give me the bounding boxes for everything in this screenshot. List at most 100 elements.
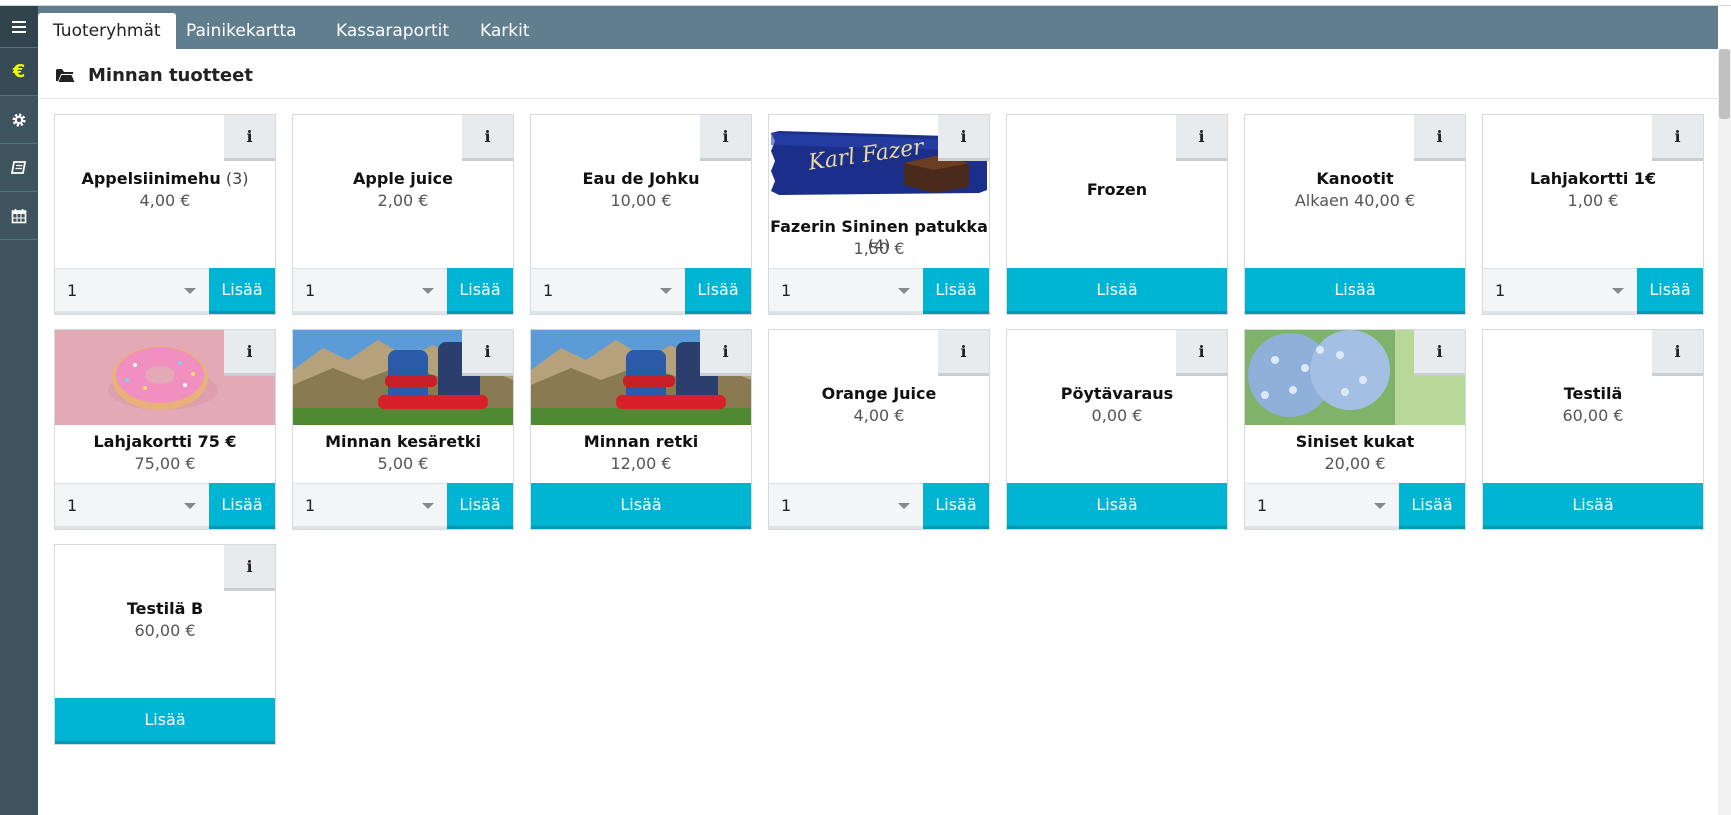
product-price: 5,00 € <box>377 454 429 473</box>
scrollbar-thumb[interactable] <box>1719 49 1730 119</box>
add-button[interactable]: Lisää <box>209 268 275 314</box>
product-name-text: Eau de Johku <box>582 169 700 188</box>
folder-open-icon <box>56 69 75 82</box>
add-button[interactable]: Lisää <box>1483 483 1703 529</box>
gear-icon <box>12 113 26 126</box>
info-button[interactable]: i <box>700 330 751 376</box>
quantity-select[interactable]: 1 <box>769 483 924 529</box>
info-button[interactable]: i <box>938 115 989 161</box>
add-button[interactable]: Lisää <box>685 268 751 314</box>
product-card: i Testilä 60,00 € Lisää <box>1482 329 1704 530</box>
info-button[interactable]: i <box>1176 330 1227 376</box>
product-price: 75,00 € <box>134 454 196 473</box>
caret-down-icon <box>422 288 434 294</box>
quantity-value: 1 <box>543 280 554 300</box>
product-name-text: Minnan retki <box>583 432 699 451</box>
product-name-text: Minnan kesäretki <box>325 432 481 451</box>
menu-toggle-button[interactable] <box>0 6 38 48</box>
info-button[interactable]: i <box>700 115 751 161</box>
add-button[interactable]: Lisää <box>209 483 275 529</box>
info-button[interactable]: i <box>1652 115 1703 161</box>
product-name-text: Pöytävaraus <box>1060 384 1174 403</box>
add-button[interactable]: Lisää <box>923 268 989 314</box>
product-card: Karl Fazer i Fazerin Sininen patukka (4) 1… <box>768 114 990 315</box>
quantity-select[interactable]: 1 <box>1245 483 1400 529</box>
quantity-select[interactable]: 1 <box>55 483 210 529</box>
product-name: Orange Juice <box>769 384 989 403</box>
tab-karkit[interactable]: Karkit <box>465 13 545 49</box>
product-price: 4,00 € <box>853 406 905 425</box>
sidebar-item-sales[interactable]: € <box>0 48 38 96</box>
add-button[interactable]: Lisää <box>55 698 275 744</box>
product-price: 20,00 € <box>1324 454 1386 473</box>
product-name: Kanootit <box>1245 169 1465 188</box>
product-card: i Eau de Johku 10,00 € 1 Lisää <box>530 114 752 315</box>
quantity-value: 1 <box>67 280 78 300</box>
product-name-text: Testilä B <box>126 599 204 618</box>
product-price: 60,00 € <box>134 621 196 640</box>
sidebar-item-settings[interactable] <box>0 96 38 144</box>
tab-kassaraportit[interactable]: Kassaraportit <box>321 13 464 49</box>
product-price: 60,00 € <box>1562 406 1624 425</box>
info-button[interactable]: i <box>224 545 275 591</box>
tab-tuoteryhmat[interactable]: Tuoteryhmät <box>38 13 176 49</box>
caret-down-icon <box>184 503 196 509</box>
product-price: 2,00 € <box>377 191 429 210</box>
tab-painikekartta[interactable]: Painikekartta <box>171 13 312 49</box>
caret-down-icon <box>422 503 434 509</box>
info-button[interactable]: i <box>224 330 275 376</box>
product-card: i Minnan kesäretki 5,00 € 1 Lisää <box>292 329 514 530</box>
product-price: Alkaen 40,00 € <box>1294 191 1416 210</box>
info-button[interactable]: i <box>462 330 513 376</box>
product-card: i Kanootit Alkaen 40,00 € Lisää <box>1244 114 1466 315</box>
add-button[interactable]: Lisää <box>1007 268 1227 314</box>
info-button[interactable]: i <box>1414 330 1465 376</box>
info-button[interactable]: i <box>224 115 275 161</box>
add-button[interactable]: Lisää <box>1007 483 1227 529</box>
product-name: Siniset kukat <box>1245 432 1465 451</box>
add-button[interactable]: Lisää <box>1399 483 1465 529</box>
product-price: 12,00 € <box>610 454 672 473</box>
add-button[interactable]: Lisää <box>923 483 989 529</box>
caret-down-icon <box>898 503 910 509</box>
add-button[interactable]: Lisää <box>531 483 751 529</box>
add-button[interactable]: Lisää <box>1637 268 1703 314</box>
caret-down-icon <box>1374 503 1386 509</box>
product-name: Lahjakortti 1€ <box>1483 169 1703 188</box>
quantity-select[interactable]: 1 <box>293 483 448 529</box>
quantity-select[interactable]: 1 <box>293 268 448 314</box>
quantity-select[interactable]: 1 <box>769 268 924 314</box>
sidebar-item-products[interactable] <box>0 144 38 192</box>
sidebar-item-calendar[interactable] <box>0 192 38 240</box>
product-card: i Testilä B 60,00 € Lisää <box>54 544 276 745</box>
product-count: (3) <box>220 169 249 188</box>
product-name-text: Frozen <box>1086 180 1148 199</box>
info-button[interactable]: i <box>1176 115 1227 161</box>
product-price: 1,00 € <box>1567 191 1619 210</box>
info-button[interactable]: i <box>462 115 513 161</box>
product-name: Testilä B <box>55 599 275 618</box>
product-card: i Lahjakortti 75 € 75,00 € 1 Lisää <box>54 329 276 530</box>
info-button[interactable]: i <box>938 330 989 376</box>
product-card: i Pöytävaraus 0,00 € Lisää <box>1006 329 1228 530</box>
euro-icon: € <box>12 61 26 82</box>
product-name-text: Orange Juice <box>821 384 937 403</box>
info-button[interactable]: i <box>1652 330 1703 376</box>
product-card: i Apple juice 2,00 € 1 Lisää <box>292 114 514 315</box>
product-name-text: Appelsiinimehu <box>81 169 221 188</box>
product-name: Minnan retki <box>531 432 751 451</box>
quantity-select[interactable]: 1 <box>1483 268 1638 314</box>
quantity-value: 1 <box>305 495 316 515</box>
quantity-select[interactable]: 1 <box>531 268 686 314</box>
product-price: 10,00 € <box>610 191 672 210</box>
add-button[interactable]: Lisää <box>447 268 513 314</box>
tab-bar: Tuoteryhmät Painikekartta Kassaraportit … <box>38 6 1718 49</box>
product-price: 4,00 € <box>139 191 191 210</box>
scrollbar-track[interactable] <box>1718 49 1731 815</box>
add-button[interactable]: Lisää <box>1245 268 1465 314</box>
add-button[interactable]: Lisää <box>447 483 513 529</box>
info-button[interactable]: i <box>1414 115 1465 161</box>
product-card: i Siniset kukat 20,00 € 1 Lisää <box>1244 329 1466 530</box>
quantity-select[interactable]: 1 <box>55 268 210 314</box>
product-price: 0,00 € <box>1091 406 1143 425</box>
